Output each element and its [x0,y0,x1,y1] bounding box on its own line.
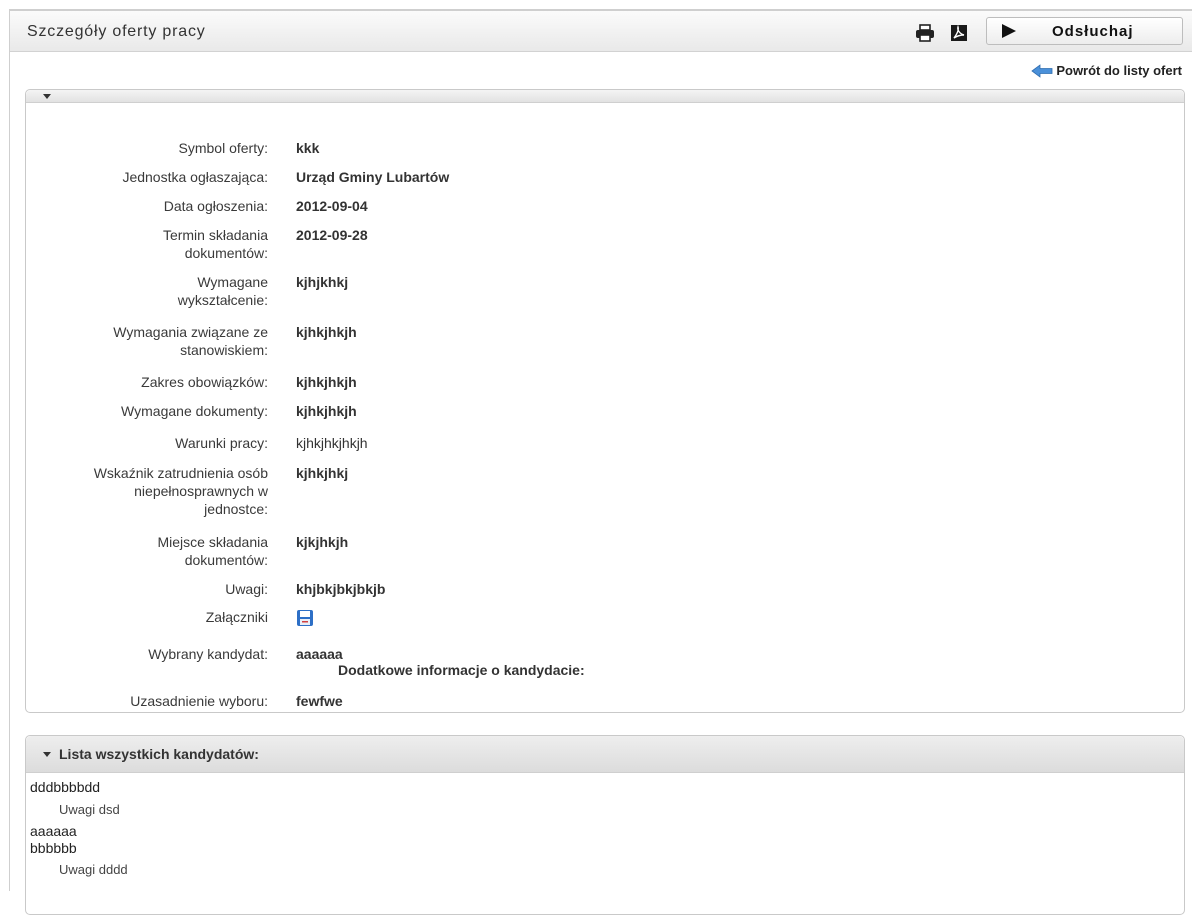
printer-icon[interactable] [915,24,935,42]
detail-value: kjhkjhkjhkjh [296,435,368,451]
detail-label: Uwagi: [225,581,268,597]
candidate-name: aaaaaa [30,823,77,839]
listen-button[interactable]: Odsłuchaj [986,17,1183,45]
back-to-list-link[interactable]: Powrót do listy ofert [1031,63,1182,78]
play-icon [1002,24,1016,38]
detail-value: khjbkjbkjbkjb [296,581,386,597]
candidates-title: Lista wszystkich kandydatów: [59,746,259,762]
detail-label: Wybrany kandydat: [148,646,268,662]
detail-label: Wymagania związane ze stanowiskiem: [113,324,268,358]
candidates-panel: Lista wszystkich kandydatów: dddbbbbdd U… [25,735,1185,915]
offer-details-panel: Symbol oferty: kkk Jednostka ogłaszająca… [25,89,1185,713]
detail-value: kjhkjhkjh [296,374,357,390]
detail-value: kjhkjhkjh [296,403,357,419]
detail-value: 2012-09-04 [296,198,368,214]
collapse-triangle-icon [43,94,51,99]
title-bar: Szczegóły oferty pracy Odsłuchaj [10,11,1192,52]
detail-value: Urząd Gminy Lubartów [296,169,450,185]
candidate-name: dddbbbbdd [30,779,101,795]
detail-label: Załączniki [205,609,268,625]
candidate-name: bbbbbb [30,840,77,856]
detail-label: Wskaźnik zatrudnienia osób niepełnospraw… [93,465,268,517]
candidates-panel-header[interactable]: Lista wszystkich kandydatów: [26,736,1184,773]
detail-label: Jednostka ogłaszająca: [122,169,268,185]
back-link-label: Powrót do listy ofert [1056,63,1182,78]
attachment-link[interactable] [296,609,314,631]
detail-label: Wymagane dokumenty: [121,403,268,419]
detail-label: Symbol oferty: [178,140,268,156]
page-title: Szczegóły oferty pracy [27,23,206,40]
offer-details-frame: Szczegóły oferty pracy Odsłuchaj Powrót … [9,9,1192,915]
detail-value: kjhkjhkj [296,465,349,481]
detail-label: Wymagane wykształcenie: [177,274,268,308]
detail-label: Warunki pracy: [175,435,268,451]
detail-value: fewfwe [296,693,343,709]
candidate-note: Uwagi dddd [59,862,128,877]
detail-value: kjkjhkjh [296,534,349,550]
detail-label: Data ogłoszenia: [163,198,268,214]
detail-label: Termin składania dokumentów: [162,227,268,261]
detail-label: Uzasadnienie wyboru: [130,693,268,709]
detail-label: Zakres obowiązków: [141,374,268,390]
floppy-disk-icon [297,610,313,626]
candidate-note: Uwagi dsd [59,802,120,817]
pdf-icon[interactable] [950,24,970,42]
detail-value: aaaaaa [296,646,343,662]
detail-label: Miejsce składania dokumentów: [157,534,269,568]
candidate-extra-info: Dodatkowe informacje o kandydacie: [338,662,585,678]
details-panel-header[interactable] [26,90,1184,103]
detail-value: kjhkjhkjh [296,324,357,340]
collapse-triangle-icon [43,752,51,757]
detail-value: kjhjkhkj [296,274,349,290]
listen-button-label: Odsłuchaj [1052,23,1134,40]
arrow-left-icon [1031,63,1053,78]
detail-value: kkk [296,140,320,156]
detail-value: 2012-09-28 [296,227,368,243]
